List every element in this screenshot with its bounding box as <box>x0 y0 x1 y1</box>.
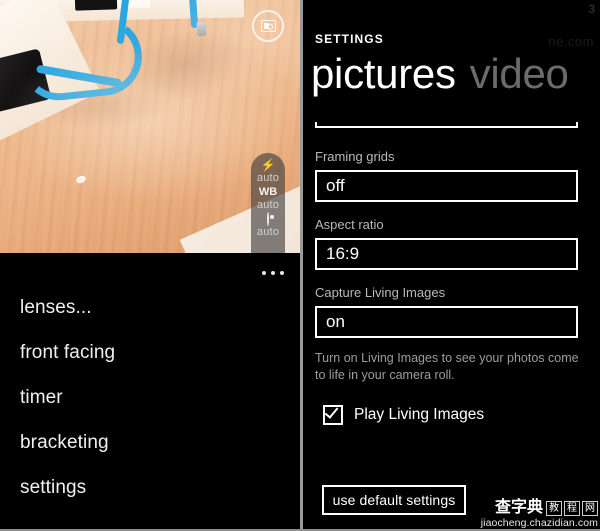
camera-pane: ⚡ auto WB auto auto lenses... front faci… <box>0 0 300 531</box>
camera-controls-strip: ⚡ auto WB auto auto <box>251 153 285 253</box>
white-balance-value: auto <box>256 199 280 211</box>
pane-divider <box>300 0 303 531</box>
framing-grids-select[interactable]: off <box>315 170 578 202</box>
photo-mode-icon <box>260 20 276 32</box>
app-screen: ⚡ auto WB auto auto lenses... front faci… <box>0 0 600 531</box>
settings-pane: 3 ne.com SETTINGS pictures video Framing… <box>300 0 600 531</box>
flash-icon: ⚡ <box>260 158 276 172</box>
watermark-box-2: 程 <box>564 500 580 516</box>
menu-item-bracketing[interactable]: bracketing <box>20 432 280 454</box>
white-balance-control[interactable]: WB auto <box>257 186 279 212</box>
camera-viewfinder[interactable]: ⚡ auto WB auto auto <box>0 0 300 253</box>
settings-scroll-area[interactable]: Framing grids off Aspect ratio 16:9 Capt… <box>300 104 600 531</box>
field-framing-grids: Framing grids off <box>315 148 578 202</box>
check-icon <box>324 404 339 419</box>
appbar-menu: lenses... front facing timer bracketing … <box>20 297 280 522</box>
flash-value: auto <box>256 172 280 184</box>
watermark-box-3: 网 <box>582 500 598 516</box>
aspect-ratio-label: Aspect ratio <box>315 217 384 232</box>
pivot-tabs: pictures video <box>311 48 569 100</box>
capture-living-images-label: Capture Living Images <box>315 285 446 300</box>
field-capture-living-images: Capture Living Images on <box>315 284 578 338</box>
menu-item-front-facing[interactable]: front facing <box>20 342 280 364</box>
ghost-url-text: ne.com <box>548 34 594 49</box>
use-default-settings-button[interactable]: use default settings <box>322 485 466 515</box>
iso-icon <box>257 212 279 226</box>
menu-item-settings[interactable]: settings <box>20 477 280 499</box>
aspect-ratio-value: 16:9 <box>326 244 360 263</box>
aspect-ratio-select[interactable]: 16:9 <box>315 238 578 270</box>
camera-appbar: lenses... front facing timer bracketing … <box>0 253 300 531</box>
site-watermark: 查字典 教 程 网 jiaocheng.chazidian.com <box>458 499 598 530</box>
framing-grids-value: off <box>326 176 345 195</box>
tab-pictures[interactable]: pictures <box>311 48 456 100</box>
play-living-images-checkbox[interactable] <box>323 404 343 425</box>
living-images-hint: Turn on Living Images to see your photos… <box>315 351 579 382</box>
iso-control[interactable]: auto <box>256 212 280 239</box>
photo-mode-button[interactable] <box>252 10 284 42</box>
field-aspect-ratio: Aspect ratio 16:9 <box>315 216 578 270</box>
corner-number: 3 <box>588 2 596 16</box>
watermark-brand: 查字典 <box>494 499 543 516</box>
menu-item-timer[interactable]: timer <box>20 387 280 409</box>
ellipsis-icon[interactable] <box>262 271 284 275</box>
iso-value: auto <box>256 226 280 238</box>
flash-control[interactable]: ⚡ auto <box>257 159 279 185</box>
white-balance-icon: WB <box>258 186 278 198</box>
capture-living-images-select[interactable]: on <box>315 306 578 338</box>
framing-grids-label: Framing grids <box>315 149 395 164</box>
capture-living-images-value: on <box>326 312 345 331</box>
tab-video[interactable]: video <box>470 48 569 100</box>
menu-item-lenses[interactable]: lenses... <box>20 297 280 319</box>
clipped-field-above[interactable] <box>315 106 582 128</box>
page-title: SETTINGS <box>315 32 384 46</box>
play-living-images-label: Play Living Images <box>354 406 485 423</box>
play-living-images-row[interactable]: Play Living Images <box>323 404 485 425</box>
watermark-box-1: 教 <box>546 500 562 516</box>
